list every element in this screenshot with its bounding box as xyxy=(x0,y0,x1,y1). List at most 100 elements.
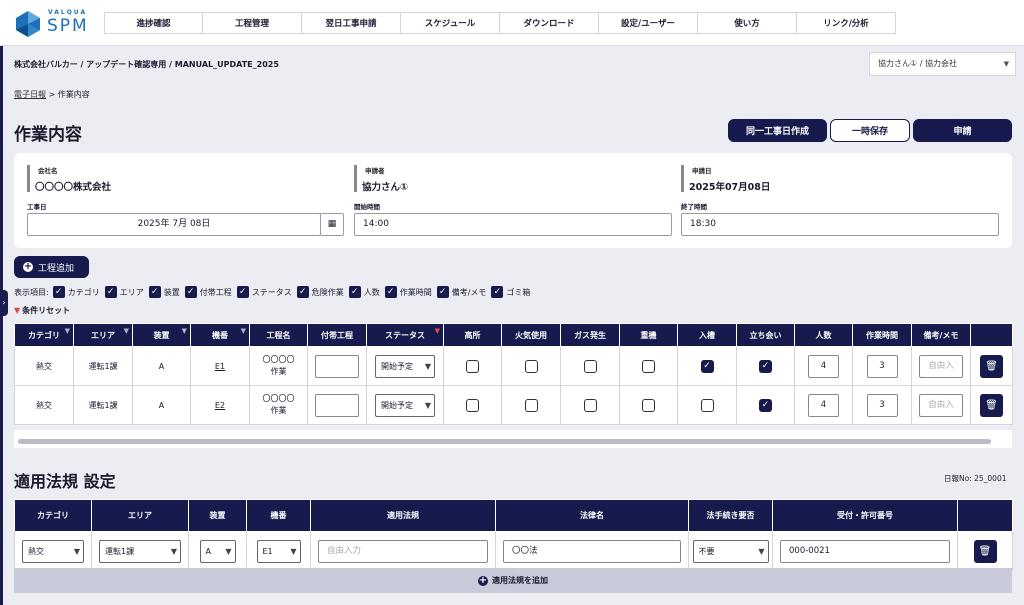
column-header: 高所 xyxy=(443,323,502,347)
checkbox-fire[interactable] xyxy=(524,398,538,412)
calendar-button[interactable]: ▦ xyxy=(320,213,344,236)
category-select[interactable]: 熱交 ▼ xyxy=(22,539,84,563)
column-header[interactable]: 装置 ▼ xyxy=(132,323,191,347)
device-select[interactable]: A ▼ xyxy=(199,539,236,563)
hours-input[interactable]: 3 xyxy=(866,354,898,378)
display-toggle-people[interactable]: ✓ 人数 xyxy=(348,286,380,298)
logo-top-text: VALQUA xyxy=(48,9,88,16)
same-day-create-button[interactable]: 同一工事日作成 xyxy=(728,119,827,142)
display-toggle-hazard[interactable]: ✓ 危険作業 xyxy=(296,286,344,298)
nav-next-day-application[interactable]: 翌日工事申請 xyxy=(302,12,401,34)
display-toggle-status[interactable]: ✓ ステータス xyxy=(236,286,292,298)
checkbox-tank-entry[interactable] xyxy=(700,398,714,412)
display-toggle-device[interactable]: ✓ 装置 xyxy=(148,286,180,298)
apply-button[interactable]: 申請 xyxy=(913,119,1012,142)
area-select[interactable]: 運転1課 ▼ xyxy=(99,539,181,563)
display-toggle-trash[interactable]: ✓ ゴミ箱 xyxy=(491,286,530,298)
checkbox-heavy-machinery[interactable] xyxy=(642,398,655,412)
checkbox-fire[interactable] xyxy=(524,359,538,373)
reset-filters-button[interactable]: ▼ 条件リセット xyxy=(14,305,70,316)
display-toggle-work-time[interactable]: ✓ 作業時間 xyxy=(384,286,432,298)
user-select[interactable]: 協力さん① / 協力会社 ▼ xyxy=(869,52,1016,76)
column-header: ガス発生 xyxy=(560,323,620,347)
checkbox-witness[interactable]: ✓ xyxy=(759,398,772,412)
checkbox-heavy-machinery[interactable] xyxy=(642,359,655,373)
sidebar-toggle[interactable]: › xyxy=(0,290,8,316)
add-regulation-label: 適用法規を追加 xyxy=(492,576,548,585)
column-header[interactable]: エリア ▼ xyxy=(73,323,133,347)
breadcrumb-link-daily-report[interactable]: 電子日報 xyxy=(14,90,46,99)
checkbox-tank-entry[interactable]: ✓ xyxy=(700,359,714,373)
left-sidebar-rail xyxy=(0,46,3,605)
display-items-label: 表示項目: xyxy=(14,287,49,297)
nav-links-analysis[interactable]: リンク/分析 xyxy=(797,12,896,34)
display-toggle-category[interactable]: ✓ カテゴリ xyxy=(52,286,100,298)
main-nav: 進捗確認 工程管理 翌日工事申請 スケジュール ダウンロード 設定/ユーザー 使… xyxy=(104,12,896,34)
column-header: 火気使用 xyxy=(501,323,561,347)
checkbox-gas[interactable] xyxy=(583,359,597,373)
delete-row-button[interactable]: 🗑 xyxy=(980,354,1003,378)
company-field: 会社名 〇〇〇〇株式会社 xyxy=(27,165,111,193)
unit-link[interactable]: E2 xyxy=(215,401,225,410)
table-row: 熱交 運転1課 A E2 〇〇〇〇作業 開始予定 ▼ ✓ 4 3 自由入 🗑 xyxy=(14,385,1013,425)
delete-row-button[interactable]: 🗑 xyxy=(980,393,1003,417)
start-time-input[interactable]: 14:00 xyxy=(354,213,672,236)
status-select[interactable]: 開始予定 ▼ xyxy=(375,393,435,417)
checkbox-witness[interactable]: ✓ xyxy=(759,359,772,373)
filter-icon: ▼ xyxy=(64,327,70,335)
nav-process-management[interactable]: 工程管理 xyxy=(203,12,302,34)
nav-schedule[interactable]: スケジュール xyxy=(401,12,500,34)
checkbox-high-place[interactable] xyxy=(466,398,479,412)
filter-icon: ▼ xyxy=(123,327,129,335)
nav-how-to-use[interactable]: 使い方 xyxy=(698,12,797,34)
checkbox-gas[interactable] xyxy=(583,398,597,412)
sub-process-input[interactable] xyxy=(315,354,359,378)
company-path: 株式会社バルカー / アップデート確認専用 / MANUAL_UPDATE_20… xyxy=(14,60,279,69)
checkbox-high-place[interactable] xyxy=(466,359,479,373)
hours-input[interactable]: 3 xyxy=(866,393,898,417)
column-header: 工程名 xyxy=(249,323,308,347)
status-select[interactable]: 開始予定 ▼ xyxy=(375,354,435,378)
add-regulation-button[interactable]: + 適用法規を追加 xyxy=(14,568,1012,593)
column-header[interactable]: カテゴリ ▼ xyxy=(14,323,74,347)
column-header: 受付・許可番号 xyxy=(772,499,958,532)
filter-icon: ▼ xyxy=(240,327,246,335)
work-date-input[interactable]: 2025年 7月 08日 xyxy=(27,213,321,236)
column-header[interactable]: 機番 ▼ xyxy=(190,323,250,347)
delete-row-button[interactable]: 🗑 xyxy=(973,539,997,563)
nav-settings-users[interactable]: 設定/ユーザー xyxy=(599,12,698,34)
unit-link[interactable]: E1 xyxy=(215,362,225,371)
memo-input[interactable]: 自由入 xyxy=(919,354,963,378)
nav-download[interactable]: ダウンロード xyxy=(500,12,599,34)
chevron-down-icon: ▼ xyxy=(170,546,177,556)
nav-progress[interactable]: 進捗確認 xyxy=(104,12,203,34)
law-name-input[interactable]: 〇〇法 xyxy=(503,539,681,563)
column-header[interactable]: ステータス ▼ xyxy=(366,323,444,347)
add-process-label: 工程追加 xyxy=(38,263,75,274)
people-input[interactable]: 4 xyxy=(808,354,839,378)
display-toggle-sub-process[interactable]: ✓ 付帯工程 xyxy=(184,286,232,298)
procedure-need-select[interactable]: 不要 ▼ xyxy=(692,539,769,563)
valqua-spm-logo[interactable]: VALQUA SPM xyxy=(14,9,94,39)
applicant-label: 申請者 xyxy=(365,167,385,175)
sub-process-input[interactable] xyxy=(315,393,359,417)
display-toggle-label: 人数 xyxy=(363,287,380,297)
display-toggle-area[interactable]: ✓ エリア xyxy=(104,286,144,298)
add-process-button[interactable]: + 工程追加 xyxy=(14,256,89,278)
checkbox-checked-icon: ✓ xyxy=(52,286,65,298)
applicable-law-input[interactable]: 自由入力 xyxy=(318,539,488,563)
temp-save-button[interactable]: 一時保存 xyxy=(830,119,910,142)
chevron-down-icon: ▼ xyxy=(758,546,765,556)
people-input[interactable]: 4 xyxy=(808,393,839,417)
horizontal-scrollbar[interactable] xyxy=(18,439,991,444)
checkbox-checked-icon: ✓ xyxy=(236,286,249,298)
end-time-input[interactable]: 18:30 xyxy=(681,213,999,236)
display-toggle-memo[interactable]: ✓ 備考/メモ xyxy=(436,286,486,298)
memo-input[interactable]: 自由入 xyxy=(919,393,963,417)
logo-main-text: SPM xyxy=(47,16,89,36)
plus-circle-icon: + xyxy=(478,574,488,586)
unit-select[interactable]: E1 ▼ xyxy=(256,539,301,563)
column-header: 機番 xyxy=(246,499,311,532)
permit-number-input[interactable]: 000-0021 xyxy=(780,539,950,563)
chevron-down-icon: ▼ xyxy=(424,400,431,410)
